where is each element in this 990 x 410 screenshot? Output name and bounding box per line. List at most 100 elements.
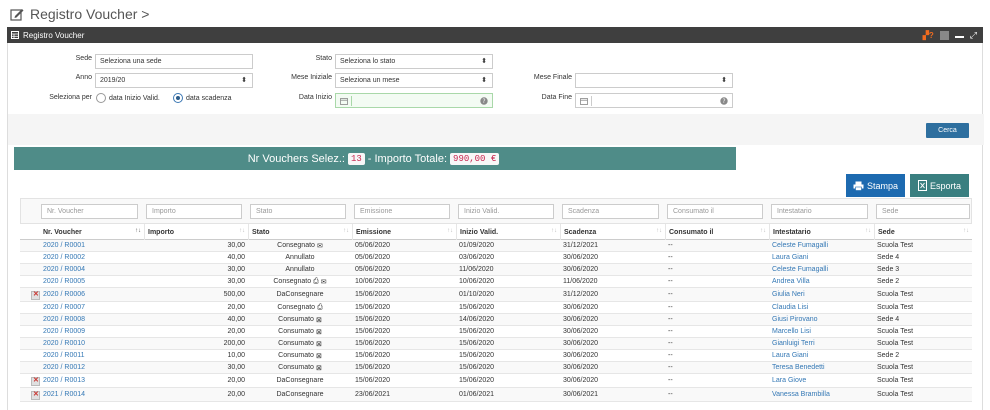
col-header-nr-voucher[interactable]: Nr. Voucher ↑↓ (40, 224, 144, 240)
cell-intestatario[interactable]: Lara Giove (769, 374, 874, 387)
cell-emissione: 10/06/2020 (352, 276, 456, 287)
col-header-emissione[interactable]: Emissione ↑↓ (352, 224, 456, 240)
mese-iniziale-select[interactable]: Seleziona un mese ⬍ (335, 73, 493, 88)
filter-sede[interactable]: Sede (876, 204, 970, 219)
cell-stato: Consumato ⊠ (248, 314, 352, 325)
col-header-sede[interactable]: Sede ↑↓ (874, 224, 972, 240)
cell-inizio-valid-text: 01/06/2021 (459, 391, 495, 398)
anno-select[interactable]: 2019/20 ⬍ (95, 73, 253, 88)
esporta-button[interactable]: Esporta (910, 174, 969, 197)
cell-intestatario[interactable]: Giusi Pirovano (769, 314, 874, 325)
cell-nr-voucher[interactable]: 2020 / R0010 (40, 338, 144, 349)
cell-nr-voucher[interactable]: 2020 / R0006 (40, 288, 144, 301)
cell-intestatario[interactable]: Gianluigi Terri (769, 338, 874, 349)
cell-nr-voucher[interactable]: 2020 / R0012 (40, 362, 144, 373)
sort-asc-icon: ↑↓ (135, 228, 141, 234)
cell-intestatario[interactable]: Marcello Lisi (769, 326, 874, 337)
filter-intestatario[interactable]: Intestatario (771, 204, 868, 219)
table-row: 2020 / R0012 30,00 Consumato ⊠ 15/06/2020 15/… (20, 362, 972, 374)
cell-scadenza: 31/12/2020 (560, 288, 665, 301)
id-card-icon: ⊠ (315, 364, 322, 372)
cell-intestatario[interactable]: Claudia Lisi (769, 302, 874, 313)
filter-scadenza[interactable]: Scadenza (562, 204, 659, 219)
cell-intestatario[interactable]: Celeste Fumagalli (769, 264, 874, 275)
cell-nr-voucher[interactable]: 2020 / R0008 (40, 314, 144, 325)
cell-nr-voucher[interactable]: 2020 / R0013 (40, 374, 144, 387)
data-inizio-input[interactable]: ? (335, 93, 493, 108)
radio-data-scadenza[interactable]: data scadenza (173, 93, 232, 103)
col-header-importo[interactable]: Importo ↑↓ (144, 224, 248, 240)
col-header-consumato-il[interactable]: Consumato il ↑↓ (665, 224, 769, 240)
delete-icon[interactable] (31, 390, 40, 400)
panel-tools: ▞? ⤢ (923, 27, 977, 43)
cell-nr-voucher[interactable]: 2020 / R0002 (40, 252, 144, 263)
filter-consumato-il[interactable]: Consumato il (667, 204, 763, 219)
cell-nr-voucher[interactable]: 2020 / R0001 (40, 240, 144, 251)
col-header-scadenza[interactable]: Scadenza ↑↓ (560, 224, 665, 240)
svg-text:?: ? (482, 98, 485, 105)
cell-sede: Scuola Test (874, 338, 972, 349)
filter-emissione[interactable]: Emissione (354, 204, 450, 219)
summary-total-badge: 990,00 € (450, 152, 500, 165)
summary-count-badge: 13 (347, 152, 365, 165)
cell-nr-voucher[interactable]: 2020 / R0009 (40, 326, 144, 337)
cell-stato: Consumato ⊠ (248, 350, 352, 361)
summary-bar: Nr Vouchers Selez.: 13 - Importo Totale:… (14, 147, 736, 170)
cell-nr-voucher[interactable]: 2021 / R0014 (40, 388, 144, 401)
cell-intestatario[interactable]: Celeste Fumagalli (769, 240, 874, 251)
cerca-button[interactable]: Cerca (926, 123, 969, 138)
cell-scadenza-text: 30/06/2020 (563, 254, 599, 261)
cell-nr-voucher-text: 2020 / R0007 (43, 304, 86, 311)
cell-inizio-valid: 01/10/2020 (456, 288, 560, 301)
cell-intestatario[interactable]: Laura Giani (769, 252, 874, 263)
col-header-intestatario[interactable]: Intestatario ↑↓ (769, 224, 874, 240)
filter-importo[interactable]: Importo (146, 204, 242, 219)
cell-sede: Sede 3 (874, 264, 972, 275)
sede-select[interactable]: Seleziona una sede (95, 54, 253, 69)
cell-scadenza: 30/06/2020 (560, 252, 665, 263)
help-icon[interactable]: ▞? (923, 31, 934, 40)
envelope-icon: ✉ (316, 242, 323, 250)
cell-nr-voucher[interactable]: 2020 / R0007 (40, 302, 144, 313)
cell-intestatario[interactable]: Vanessa Brambilla (769, 388, 874, 401)
cell-intestatario[interactable]: Laura Giani (769, 350, 874, 361)
mese-iniziale-select-value: Seleziona un mese (340, 77, 400, 84)
delete-icon[interactable] (31, 290, 40, 300)
filter-nr-voucher[interactable]: Nr. Voucher (41, 204, 138, 219)
cell-inizio-valid-text: 14/06/2020 (459, 316, 495, 323)
table-row: 2020 / R0001 30,00 Consegnato ✉ 05/06/2020 01… (20, 240, 972, 252)
cell-consumato-il-text: -- (668, 278, 673, 285)
cell-emissione: 15/06/2020 (352, 288, 456, 301)
cell-inizio-valid: 15/06/2020 (456, 338, 560, 349)
stampa-button[interactable]: Stampa (846, 174, 905, 197)
cell-inizio-valid: 15/06/2020 (456, 350, 560, 361)
cell-intestatario[interactable]: Teresa Benedetti (769, 362, 874, 373)
data-fine-input[interactable]: ? (575, 93, 733, 108)
fullscreen-icon[interactable]: ⤢ (970, 30, 977, 40)
cell-nr-voucher[interactable]: 2020 / R0005 (40, 276, 144, 287)
cell-emissione-text: 15/06/2020 (355, 340, 391, 347)
filter-stato[interactable]: Stato (250, 204, 346, 219)
minimize-icon[interactable] (954, 33, 964, 38)
cell-stato: Annullato (248, 264, 352, 275)
filter-inizio-valid[interactable]: Inizio Valid. (458, 204, 554, 219)
cell-inizio-valid: 15/06/2020 (456, 326, 560, 337)
maximize-icon[interactable] (939, 30, 949, 40)
cell-stato-text: Consumato (278, 352, 314, 359)
cell-nr-voucher[interactable]: 2020 / R0004 (40, 264, 144, 275)
cell-intestatario[interactable]: Andrea Villa (769, 276, 874, 287)
cell-emissione-text: 15/06/2020 (355, 328, 391, 335)
cell-intestatario[interactable]: Giulia Neri (769, 288, 874, 301)
cell-consumato-il: -- (665, 302, 769, 313)
cell-importo: 20,00 (144, 302, 248, 313)
cell-emissione-text: 15/06/2020 (355, 364, 391, 371)
delete-icon[interactable] (31, 376, 40, 386)
mese-finale-select[interactable]: ⬍ (575, 73, 733, 88)
col-header-stato[interactable]: Stato ↑↓ (248, 224, 352, 240)
cell-intestatario-text: Andrea Villa (772, 278, 810, 285)
stato-select[interactable]: Seleziona lo stato ⬍ (335, 54, 493, 69)
col-header-inizio-valid[interactable]: Inizio Valid. ↑↓ (456, 224, 560, 240)
cell-scadenza: 30/06/2020 (560, 374, 665, 387)
radio-data-inizio[interactable]: data Inizio Valid. (96, 93, 160, 103)
cell-nr-voucher[interactable]: 2020 / R0011 (40, 350, 144, 361)
